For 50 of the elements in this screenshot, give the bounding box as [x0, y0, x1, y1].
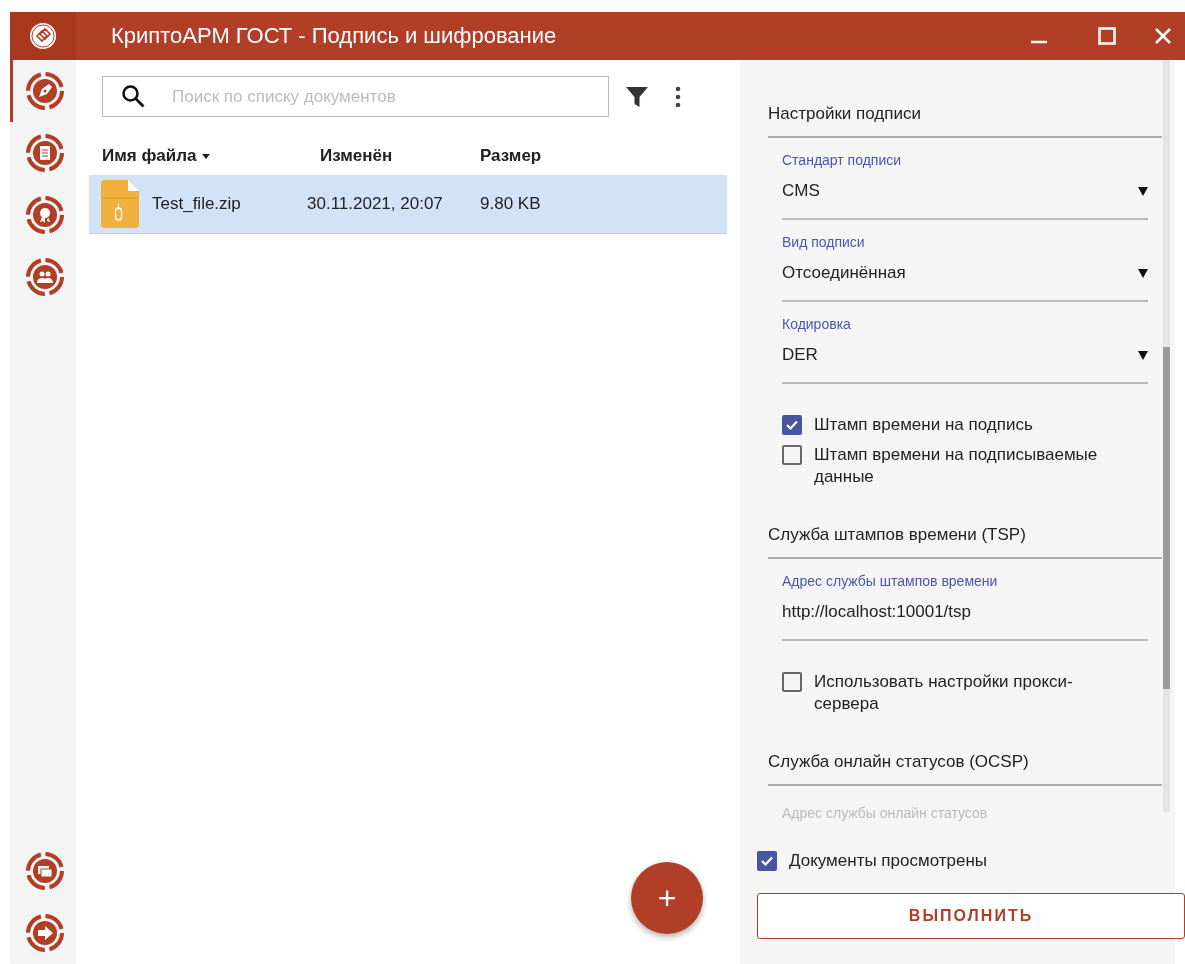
app-logo — [28, 21, 58, 51]
award-icon — [24, 195, 65, 235]
dropdown-caret-icon — [1138, 268, 1148, 278]
dropdown-caret-icon — [1138, 186, 1148, 196]
select-field[interactable]: DER — [782, 332, 1148, 384]
checkbox-label: Использовать настройки прокси-сервера — [814, 671, 1074, 715]
close-icon[interactable] — [1154, 27, 1172, 45]
scrollbar-thumb[interactable] — [1163, 347, 1170, 689]
search-field[interactable]: Поиск по списку документов — [102, 76, 609, 117]
window-title: КриптоАРМ ГОСТ - Подпись и шифрование — [111, 23, 558, 49]
windows-icon[interactable] — [24, 851, 65, 891]
search-icon — [121, 84, 145, 108]
filter-icon[interactable] — [625, 84, 649, 109]
checkbox[interactable] — [782, 445, 802, 465]
dropdown-caret-icon — [1138, 350, 1148, 360]
column-header[interactable]: Имя файла — [102, 146, 211, 166]
section-heading: Настройки подписи — [768, 104, 1162, 138]
field-label: Вид подписи — [782, 234, 866, 250]
modified-date: 30.11.2021, 20:07 — [307, 194, 444, 214]
execute-button[interactable]: ВЫПОЛНИТЬ — [757, 893, 1185, 939]
select-field[interactable]: Отсоединённая — [782, 250, 1148, 302]
field-label: Стандарт подписи — [782, 152, 903, 168]
checkbox-label: Штамп времени на подпись — [814, 414, 1033, 436]
column-header[interactable]: Изменён — [320, 146, 393, 166]
select-field[interactable]: CMS — [782, 168, 1148, 220]
file-size: 9.80 KB — [479, 194, 542, 214]
column-header[interactable]: Размер — [480, 146, 542, 166]
section-heading: Служба онлайн статусов (OCSP) — [768, 752, 1162, 786]
input-field[interactable]: http://localhost:10001/tsp — [782, 589, 1148, 641]
sort-caret-icon — [202, 153, 211, 159]
scrollbar[interactable] — [1163, 60, 1170, 812]
checkbox[interactable] — [782, 415, 802, 435]
field-label: Адрес службы штампов времени — [782, 573, 999, 589]
file-name: Test_file.zip — [152, 194, 241, 214]
pen-icon — [24, 71, 65, 111]
input-field[interactable]: Адрес службы онлайн статусов — [782, 798, 1148, 830]
document-icon — [24, 133, 65, 173]
checkbox[interactable] — [757, 851, 777, 871]
file-row[interactable]: Test_file.zip 30.11.2021, 20:07 9.80 KB — [89, 175, 727, 234]
exit-icon[interactable] — [24, 913, 65, 953]
zip-file-icon — [101, 180, 139, 228]
field-label: Кодировка — [782, 316, 852, 332]
maximize-icon[interactable] — [1098, 27, 1116, 45]
checkbox-label: Документы просмотрены — [789, 850, 988, 872]
people-icon — [24, 257, 65, 297]
section-heading: Служба штампов времени (TSP) — [768, 525, 1162, 559]
checkbox-label: Штамп времени на подписываемые данные — [814, 444, 1099, 488]
more-icon[interactable] — [675, 84, 681, 109]
checkbox[interactable] — [782, 672, 802, 692]
add-button[interactable]: + — [631, 862, 703, 934]
